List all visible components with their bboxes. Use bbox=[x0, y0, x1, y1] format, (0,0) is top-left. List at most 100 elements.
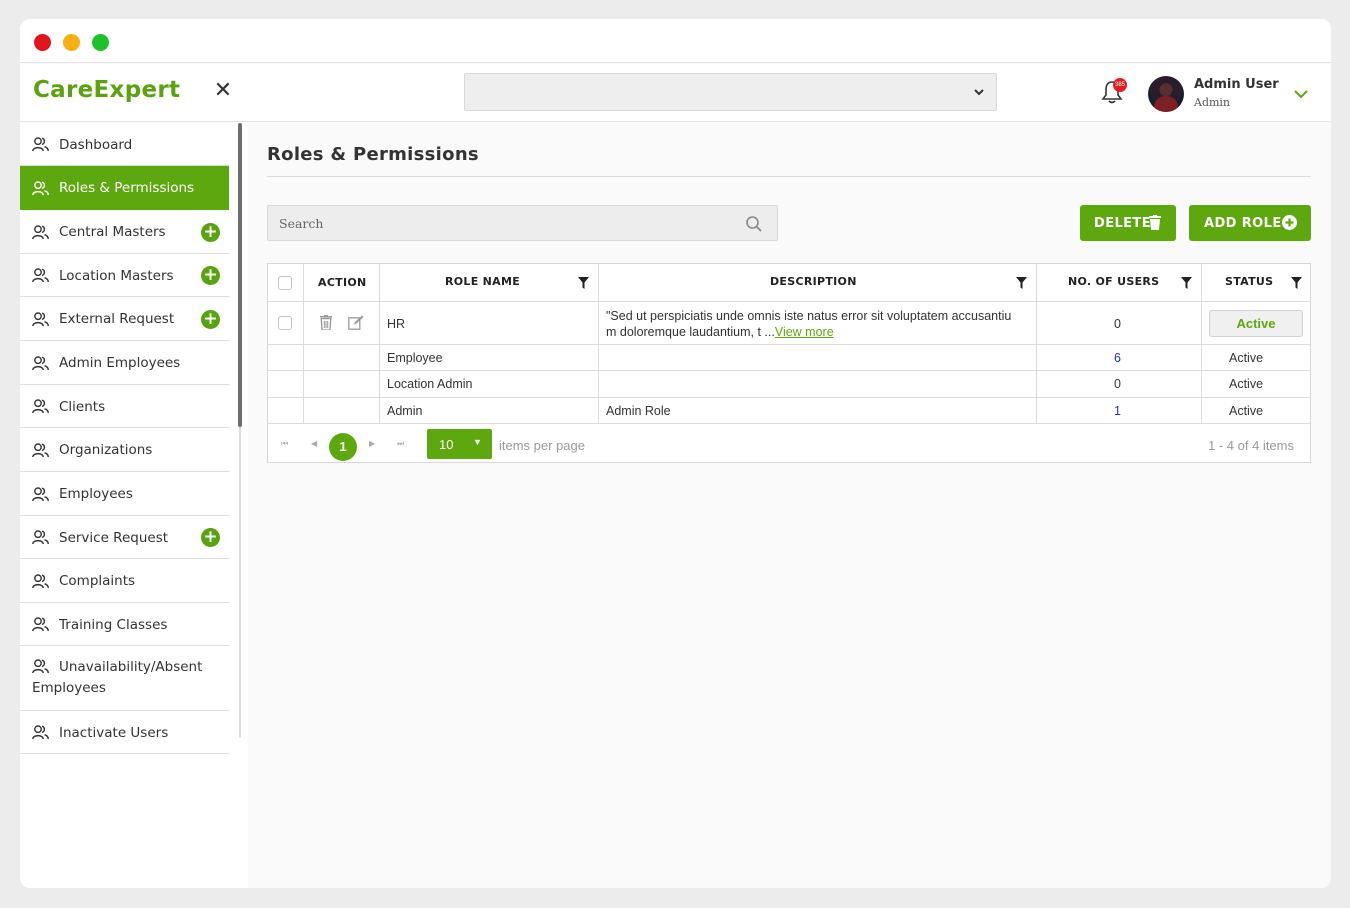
sidebar-scroll-track[interactable] bbox=[239, 427, 241, 738]
first-page-icon[interactable]: ⏮ bbox=[281, 439, 288, 449]
filter-icon[interactable] bbox=[1291, 277, 1302, 289]
sidebar-item-label: Clients bbox=[59, 399, 106, 415]
description-text-tail: m doloremque laudantium, t ... bbox=[606, 325, 775, 339]
delete-button[interactable]: DELETE bbox=[1080, 205, 1176, 241]
pagination-info: 1 - 4 of 4 items bbox=[1208, 438, 1294, 453]
sidebar-item-complaints[interactable]: Complaints bbox=[20, 559, 229, 603]
users-icon bbox=[32, 530, 49, 549]
row-divider bbox=[268, 344, 1310, 345]
sidebar-item-training-classes[interactable]: Training Classes bbox=[20, 603, 229, 646]
caret-down-icon: ▼ bbox=[473, 437, 482, 447]
sidebar-item-organizations[interactable]: Organizations bbox=[20, 428, 229, 472]
user-avatar[interactable] bbox=[1148, 76, 1184, 112]
sidebar-item-clients[interactable]: Clients bbox=[20, 385, 229, 428]
users-icon bbox=[32, 399, 49, 418]
row-divider bbox=[268, 397, 1310, 398]
plus-circle-icon bbox=[1282, 215, 1297, 230]
sidebar-nav: Dashboard Roles & Permissions Central Mast… bbox=[20, 123, 229, 754]
search-icon[interactable] bbox=[745, 215, 763, 233]
add-icon[interactable]: + bbox=[201, 266, 220, 285]
status-cell: Active bbox=[1229, 351, 1264, 365]
sidebar-item-admin-employees[interactable]: Admin Employees bbox=[20, 341, 229, 385]
window-maximize-dot[interactable] bbox=[92, 34, 109, 51]
delete-button-label: DELETE bbox=[1094, 216, 1151, 231]
page-title: Roles & Permissions bbox=[267, 144, 479, 165]
users-icon bbox=[32, 181, 49, 200]
role-name-cell: Admin bbox=[387, 404, 423, 418]
add-icon[interactable]: + bbox=[201, 223, 220, 242]
users-count-cell[interactable]: 1 bbox=[1114, 404, 1121, 418]
close-sidebar-icon[interactable]: ✕ bbox=[211, 78, 235, 104]
status-cell: Active bbox=[1229, 404, 1264, 418]
last-page-icon[interactable]: ⏭ bbox=[397, 439, 404, 449]
sidebar-item-dashboard[interactable]: Dashboard bbox=[20, 123, 229, 166]
sidebar-item-service-request[interactable]: Service Request + bbox=[20, 516, 229, 559]
col-header-description[interactable]: DESCRIPTION bbox=[770, 275, 857, 288]
sidebar-item-inactivate-users[interactable]: Inactivate Users bbox=[20, 711, 229, 754]
add-role-button[interactable]: ADD ROLE bbox=[1189, 205, 1311, 241]
window-minimize-dot[interactable] bbox=[63, 34, 80, 51]
col-header-status[interactable]: STATUS bbox=[1225, 275, 1273, 288]
edit-row-icon[interactable] bbox=[348, 315, 364, 330]
app-window: CareExpert ✕ 385 Admin User Admin Dashbo… bbox=[20, 19, 1331, 888]
row-checkbox[interactable] bbox=[278, 316, 292, 330]
pagination-bar: ⏮ ◀ 1 ▶ ⏭ 10 ▼ items per page 1 - 4 of 4… bbox=[268, 425, 1310, 463]
view-more-link[interactable]: View more bbox=[775, 325, 834, 339]
context-select[interactable] bbox=[464, 73, 997, 111]
sidebar-item-location-masters[interactable]: Location Masters + bbox=[20, 254, 229, 297]
sidebar-item-label: Employees bbox=[59, 486, 133, 502]
add-icon[interactable]: + bbox=[201, 528, 220, 547]
col-header-users[interactable]: NO. OF USERS bbox=[1068, 275, 1159, 288]
users-icon bbox=[32, 312, 49, 331]
role-name-cell: Employee bbox=[387, 351, 443, 365]
row-divider bbox=[268, 370, 1310, 371]
users-icon bbox=[32, 225, 49, 244]
col-header-action: ACTION bbox=[318, 276, 367, 289]
col-header-role-name[interactable]: ROLE NAME bbox=[445, 275, 520, 288]
sidebar-item-external-request[interactable]: External Request + bbox=[20, 297, 229, 341]
next-page-icon[interactable]: ▶ bbox=[369, 439, 375, 448]
top-header: CareExpert ✕ 385 Admin User Admin bbox=[20, 64, 1331, 122]
description-text: "Sed ut perspiciatis unde omnis iste nat… bbox=[606, 309, 1012, 323]
chevron-down-icon bbox=[974, 89, 984, 96]
page-size-value: 10 bbox=[439, 437, 454, 452]
search-input[interactable] bbox=[268, 206, 738, 240]
sidebar-scrollbar[interactable] bbox=[238, 123, 242, 427]
sidebar-item-employees[interactable]: Employees bbox=[20, 472, 229, 516]
app-logo[interactable]: CareExpert bbox=[33, 77, 180, 103]
add-role-button-label: ADD ROLE bbox=[1204, 216, 1282, 231]
sidebar-item-label: Admin Employees bbox=[59, 355, 181, 371]
filter-icon[interactable] bbox=[578, 277, 589, 289]
sidebar-item-label: Training Classes bbox=[59, 617, 168, 633]
status-toggle[interactable]: Active bbox=[1209, 310, 1303, 337]
main-content: Roles & Permissions DELETE ADD ROLE bbox=[248, 123, 1331, 888]
page-number-current[interactable]: 1 bbox=[329, 433, 357, 461]
sidebar-item-label: Location Masters bbox=[59, 268, 174, 284]
sidebar-item-label: Unavailability/Absent Employees bbox=[32, 659, 203, 696]
sidebar-item-roles-permissions[interactable]: Roles & Permissions bbox=[20, 166, 229, 210]
add-icon[interactable]: + bbox=[201, 310, 220, 329]
filter-icon[interactable] bbox=[1016, 277, 1027, 289]
user-name[interactable]: Admin User bbox=[1194, 77, 1279, 92]
page-size-select[interactable]: 10 ▼ bbox=[427, 429, 492, 459]
window-close-dot[interactable] bbox=[34, 34, 51, 51]
users-icon bbox=[32, 574, 49, 593]
description-text-continued: m doloremque laudantium, t ...View more bbox=[606, 324, 1011, 340]
prev-page-icon[interactable]: ◀ bbox=[311, 439, 317, 448]
users-icon bbox=[32, 268, 49, 287]
role-name-cell: HR bbox=[387, 317, 406, 331]
delete-row-icon[interactable] bbox=[320, 315, 332, 330]
user-menu-chevron-icon[interactable] bbox=[1293, 87, 1309, 101]
search-box[interactable] bbox=[267, 205, 778, 241]
sidebar-item-label: Organizations bbox=[59, 442, 153, 458]
sidebar-item-label: Dashboard bbox=[59, 137, 133, 153]
sidebar-item-label: Inactivate Users bbox=[59, 725, 169, 741]
users-icon bbox=[32, 617, 49, 636]
users-count-cell: 0 bbox=[1114, 377, 1121, 391]
sidebar-item-central-masters[interactable]: Central Masters + bbox=[20, 210, 229, 254]
users-count-cell[interactable]: 6 bbox=[1114, 351, 1121, 365]
filter-icon[interactable] bbox=[1181, 277, 1192, 289]
users-icon bbox=[32, 487, 49, 506]
select-all-checkbox[interactable] bbox=[278, 276, 292, 290]
sidebar-item-unavailability-absent-employees[interactable]: Unavailability/Absent Employees bbox=[20, 646, 229, 711]
